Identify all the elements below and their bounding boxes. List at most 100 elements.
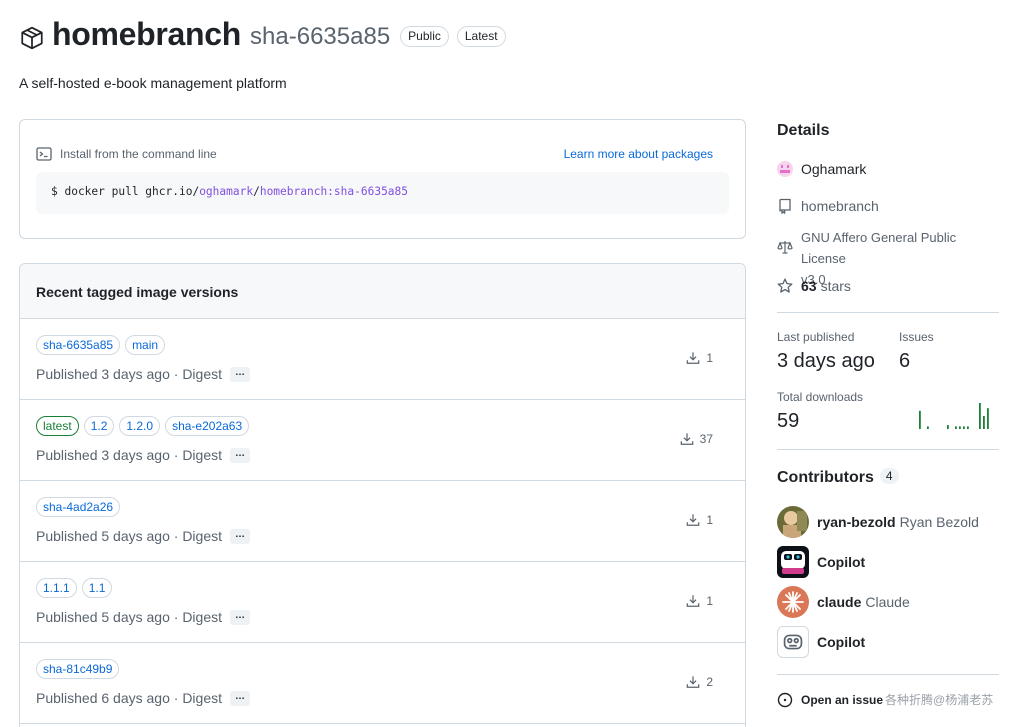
contributor-login: claude <box>817 594 862 610</box>
contributors-count: 4 <box>879 468 899 484</box>
details-owner[interactable]: Oghamark <box>777 161 866 177</box>
sparkline-bar <box>983 416 985 429</box>
sparkline-bar <box>947 425 949 429</box>
download-icon <box>680 433 693 445</box>
digest-more-button[interactable]: … <box>230 528 250 544</box>
star-icon <box>777 278 793 293</box>
learn-more-link[interactable]: Learn more about packages <box>564 147 713 161</box>
contributor-name: Claude <box>865 594 910 610</box>
install-header: Install from the command line Learn more… <box>36 146 713 162</box>
digest-more-button[interactable]: … <box>230 609 250 625</box>
version-tag[interactable]: 1.2 <box>83 416 115 436</box>
avatar <box>777 546 809 578</box>
digest-more-button[interactable]: … <box>230 366 250 382</box>
version-tag[interactable]: main <box>125 335 166 355</box>
downloads-sparkline <box>919 403 989 429</box>
divider <box>777 674 999 675</box>
contributors-title: Contributors <box>777 469 874 486</box>
details-stars[interactable]: 63 stars <box>777 278 851 294</box>
versions-title: Recent tagged image versions <box>20 264 745 319</box>
stars-count: 63 <box>801 278 817 294</box>
command-image: homebranch:sha-6635a85 <box>259 185 409 198</box>
contributor-login: ryan-bezold <box>817 514 896 530</box>
sparkline-bar <box>919 410 921 429</box>
avatar <box>777 586 809 618</box>
total-downloads-label: Total downloads <box>777 390 864 404</box>
contributor-item[interactable]: ryan-bezold Ryan Bezold <box>777 506 979 538</box>
published-text: Published 6 days ago · Digest <box>36 690 222 706</box>
contributors-header: Contributors 4 <box>777 468 899 487</box>
install-box: Install from the command line Learn more… <box>19 119 746 239</box>
open-issue-link[interactable]: Open an issue <box>801 693 883 707</box>
stars-label: stars <box>820 278 851 294</box>
version-row: latest 1.2 1.2.0 sha-e202a63 Published 3… <box>20 400 745 481</box>
download-icon <box>687 352 700 364</box>
issues-value: 6 <box>899 350 911 372</box>
sparkline-bar <box>963 426 965 429</box>
published-text: Published 3 days ago · Digest <box>36 447 222 463</box>
download-count: 2 <box>686 675 713 689</box>
download-value: 1 <box>706 351 713 365</box>
contributor-login: Copilot <box>817 634 866 650</box>
package-version: sha-6635a85 <box>250 22 391 50</box>
versions-box: Recent tagged image versions sha-6635a85… <box>19 263 746 727</box>
issue-opened-icon <box>777 692 793 707</box>
version-tag[interactable]: 1.1.1 <box>36 578 77 598</box>
download-count: 1 <box>686 351 713 365</box>
version-tag[interactable]: 1.2.0 <box>119 416 161 436</box>
contributor-login: Copilot <box>817 554 866 570</box>
download-value: 2 <box>706 675 713 689</box>
command-sep: / <box>253 185 260 198</box>
version-row: sha-6635a85 main Published 3 days ago · … <box>20 319 745 400</box>
divider <box>777 449 999 450</box>
download-count: 1 <box>686 513 713 527</box>
download-value: 1 <box>706 594 713 608</box>
last-published-value: 3 days ago <box>777 350 875 372</box>
download-icon <box>687 595 700 607</box>
download-count: 37 <box>680 432 713 446</box>
digest-more-button[interactable]: … <box>230 447 250 463</box>
last-published-label: Last published <box>777 330 855 344</box>
contributor-item[interactable]: claude Claude <box>777 586 910 618</box>
sparkline-bar <box>987 408 989 429</box>
details-repo[interactable]: homebranch <box>777 198 879 214</box>
total-downloads-value: 59 <box>777 410 800 432</box>
published-text: Published 5 days ago · Digest <box>36 528 222 544</box>
details-title: Details <box>777 122 830 139</box>
owner-name: Oghamark <box>801 161 867 177</box>
license-line1: GNU Affero General Public License <box>801 230 957 266</box>
docker-pull-command[interactable]: $ docker pull ghcr.io/oghamark/homebranc… <box>36 172 729 214</box>
published-text: Published 3 days ago · Digest <box>36 366 222 382</box>
package-header: homebranch sha-6635a85 Public Latest <box>19 14 506 54</box>
version-tag[interactable]: sha-4ad2a26 <box>36 497 121 517</box>
command-prefix: $ docker pull ghcr.io/ <box>51 185 200 198</box>
divider <box>777 312 999 313</box>
public-badge: Public <box>400 26 449 47</box>
contributor-item[interactable]: Copilot <box>777 626 865 658</box>
repo-icon <box>779 198 791 214</box>
sparkline-bar <box>959 426 961 429</box>
command-owner: oghamark <box>199 185 254 198</box>
avatar <box>777 506 809 538</box>
footer-row: Open an issue 各种折腾@杨浦老苏 <box>777 691 993 708</box>
version-tag[interactable]: sha-e202a63 <box>165 416 250 436</box>
package-icon <box>21 26 43 50</box>
digest-more-button[interactable]: … <box>230 690 250 706</box>
download-count: 1 <box>686 594 713 608</box>
version-row: sha-4ad2a26 Published 5 days ago · Diges… <box>20 481 745 562</box>
issues-label: Issues <box>899 330 934 344</box>
version-tag[interactable]: sha-6635a85 <box>36 335 121 355</box>
sparkline-bar <box>979 403 981 429</box>
sparkline-bar <box>955 426 957 429</box>
contributor-item[interactable]: Copilot <box>777 546 865 578</box>
law-icon <box>777 241 793 254</box>
version-tag[interactable]: sha-81c49b9 <box>36 659 120 679</box>
download-value: 1 <box>706 513 713 527</box>
version-tag-latest[interactable]: latest <box>36 416 79 436</box>
owner-avatar-icon <box>777 161 793 177</box>
download-icon <box>687 514 700 526</box>
version-row: 1.1.1 1.1 Published 5 days ago · Digest …… <box>20 562 745 643</box>
version-tag[interactable]: 1.1 <box>81 578 113 598</box>
download-icon <box>687 676 700 688</box>
version-row: sha-81c49b9 Published 6 days ago · Diges… <box>20 643 745 724</box>
